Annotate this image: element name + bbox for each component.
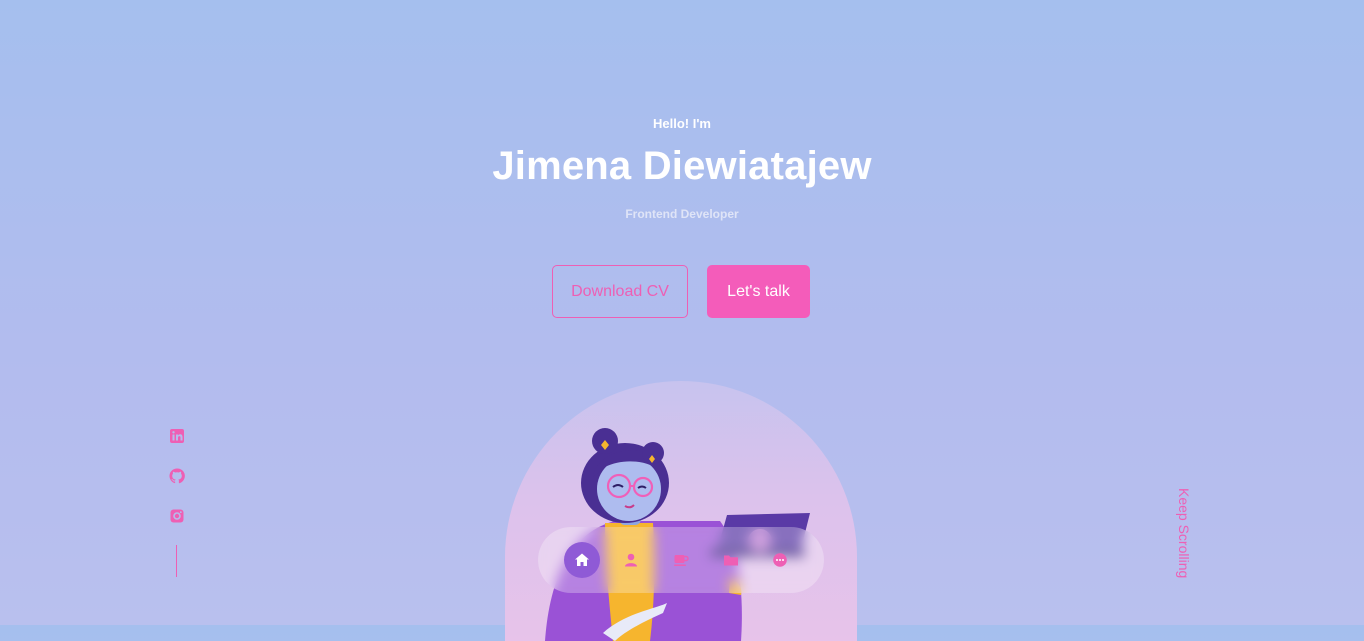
linkedin-icon[interactable] xyxy=(169,428,185,444)
nav-contact[interactable] xyxy=(762,542,798,578)
social-divider-line xyxy=(176,545,177,577)
instagram-icon[interactable] xyxy=(169,508,185,524)
bottom-navigation xyxy=(538,527,824,593)
nav-home[interactable] xyxy=(564,542,600,578)
folder-icon xyxy=(724,555,738,566)
download-cv-button[interactable]: Download CV xyxy=(552,265,688,318)
github-icon[interactable] xyxy=(169,468,185,484)
chat-bubble-icon xyxy=(773,553,787,567)
nav-portfolio[interactable] xyxy=(713,542,749,578)
lets-talk-button[interactable]: Let's talk xyxy=(707,265,810,318)
user-icon xyxy=(625,553,637,567)
keep-scrolling-link[interactable]: Keep Scrolling xyxy=(1176,488,1192,580)
keep-scrolling-label: Keep Scrolling xyxy=(1176,488,1192,579)
page-title: Jimena Diewiatajew xyxy=(492,144,872,188)
nav-about[interactable] xyxy=(613,542,649,578)
coffee-cup-icon xyxy=(674,555,689,566)
greeting-text: Hello! I'm xyxy=(653,116,711,131)
home-icon xyxy=(575,553,589,566)
role-subtitle: Frontend Developer xyxy=(625,207,739,221)
avatar-illustration xyxy=(505,381,857,641)
nav-services[interactable] xyxy=(663,542,699,578)
